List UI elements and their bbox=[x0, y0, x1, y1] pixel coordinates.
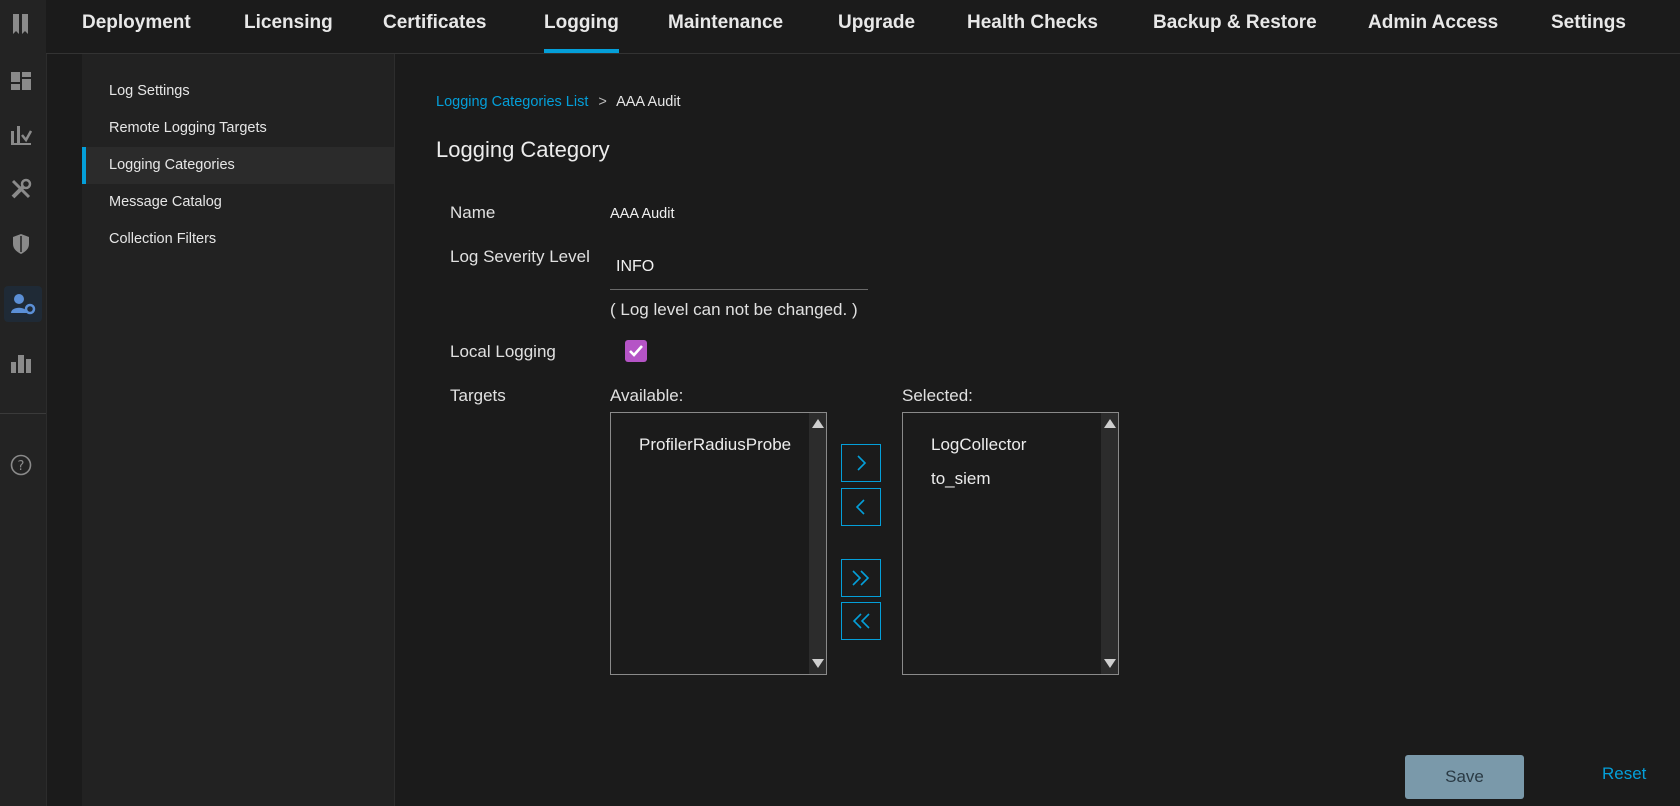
tab-certificates[interactable]: Certificates bbox=[383, 0, 487, 53]
scroll-down-icon[interactable] bbox=[812, 659, 824, 668]
analytics-icon[interactable] bbox=[8, 122, 34, 148]
chevron-left-icon bbox=[855, 499, 865, 515]
tab-licensing[interactable]: Licensing bbox=[244, 0, 333, 53]
save-button[interactable]: Save bbox=[1405, 755, 1524, 799]
top-nav: Deployment Licensing Certificates Loggin… bbox=[46, 0, 1680, 54]
tab-settings[interactable]: Settings bbox=[1551, 0, 1626, 53]
name-label: Name bbox=[450, 203, 496, 222]
name-value: AAA Audit bbox=[610, 206, 675, 222]
tab-deployment[interactable]: Deployment bbox=[82, 0, 191, 53]
help-icon[interactable]: ? bbox=[8, 452, 34, 478]
tab-upgrade[interactable]: Upgrade bbox=[838, 0, 915, 53]
rail-divider bbox=[0, 413, 46, 414]
tab-backup-restore[interactable]: Backup & Restore bbox=[1153, 0, 1317, 53]
available-scrollbar[interactable] bbox=[809, 413, 826, 674]
breadcrumb-separator: > bbox=[598, 94, 607, 110]
chevron-right-icon bbox=[857, 455, 867, 471]
selected-listbox[interactable]: LogCollector to_siem bbox=[902, 412, 1119, 675]
breadcrumb-current: AAA Audit bbox=[616, 94, 681, 110]
icon-rail: ? bbox=[0, 0, 47, 806]
move-all-right-button[interactable] bbox=[841, 559, 881, 597]
breadcrumb: Logging Categories List > AAA Audit bbox=[436, 94, 681, 110]
local-logging-label: Local Logging bbox=[450, 342, 556, 361]
severity-field: INFO bbox=[610, 246, 868, 290]
subnav-message-catalog[interactable]: Message Catalog bbox=[82, 184, 394, 221]
selected-label: Selected: bbox=[902, 386, 973, 405]
available-label: Available: bbox=[610, 386, 684, 405]
tab-admin-access[interactable]: Admin Access bbox=[1368, 0, 1498, 53]
work-centers-icon[interactable] bbox=[8, 350, 34, 376]
admin-user-icon[interactable] bbox=[4, 286, 42, 322]
tab-health-checks[interactable]: Health Checks bbox=[967, 0, 1098, 53]
reset-button[interactable]: Reset bbox=[1602, 764, 1646, 784]
tab-maintenance[interactable]: Maintenance bbox=[668, 0, 783, 53]
move-left-button[interactable] bbox=[841, 488, 881, 526]
local-logging-checkbox[interactable] bbox=[625, 340, 647, 362]
selected-scrollbar[interactable] bbox=[1101, 413, 1118, 674]
severity-note: ( Log level can not be changed. ) bbox=[610, 300, 858, 319]
subnav-logging-categories[interactable]: Logging Categories bbox=[82, 147, 394, 184]
list-item[interactable]: to_siem bbox=[931, 469, 991, 489]
targets-label: Targets bbox=[450, 386, 506, 405]
bookmark-icon[interactable] bbox=[8, 11, 34, 37]
available-listbox[interactable]: ProfilerRadiusProbe bbox=[610, 412, 827, 675]
tools-icon[interactable] bbox=[8, 176, 34, 202]
double-chevron-left-icon bbox=[852, 613, 870, 629]
dashboard-icon[interactable] bbox=[8, 68, 34, 94]
list-item[interactable]: ProfilerRadiusProbe bbox=[639, 435, 791, 455]
shield-icon[interactable] bbox=[8, 231, 34, 257]
move-right-button[interactable] bbox=[841, 444, 881, 482]
breadcrumb-parent-link[interactable]: Logging Categories List bbox=[436, 94, 588, 110]
tab-logging[interactable]: Logging bbox=[544, 0, 619, 53]
move-all-left-button[interactable] bbox=[841, 602, 881, 640]
list-item[interactable]: LogCollector bbox=[931, 435, 1026, 455]
scroll-up-icon[interactable] bbox=[1104, 419, 1116, 428]
subnav-collection-filters[interactable]: Collection Filters bbox=[82, 221, 394, 258]
subnav-remote-logging-targets[interactable]: Remote Logging Targets bbox=[82, 110, 394, 147]
checkmark-icon bbox=[629, 345, 643, 357]
double-chevron-right-icon bbox=[852, 570, 870, 586]
svg-text:?: ? bbox=[18, 459, 25, 474]
subnav-log-settings[interactable]: Log Settings bbox=[82, 73, 394, 110]
scroll-down-icon[interactable] bbox=[1104, 659, 1116, 668]
page-title: Logging Category bbox=[436, 137, 610, 162]
severity-label: Log Severity Level bbox=[450, 247, 590, 266]
logging-subnav: Log Settings Remote Logging Targets Logg… bbox=[82, 54, 395, 806]
scroll-up-icon[interactable] bbox=[812, 419, 824, 428]
